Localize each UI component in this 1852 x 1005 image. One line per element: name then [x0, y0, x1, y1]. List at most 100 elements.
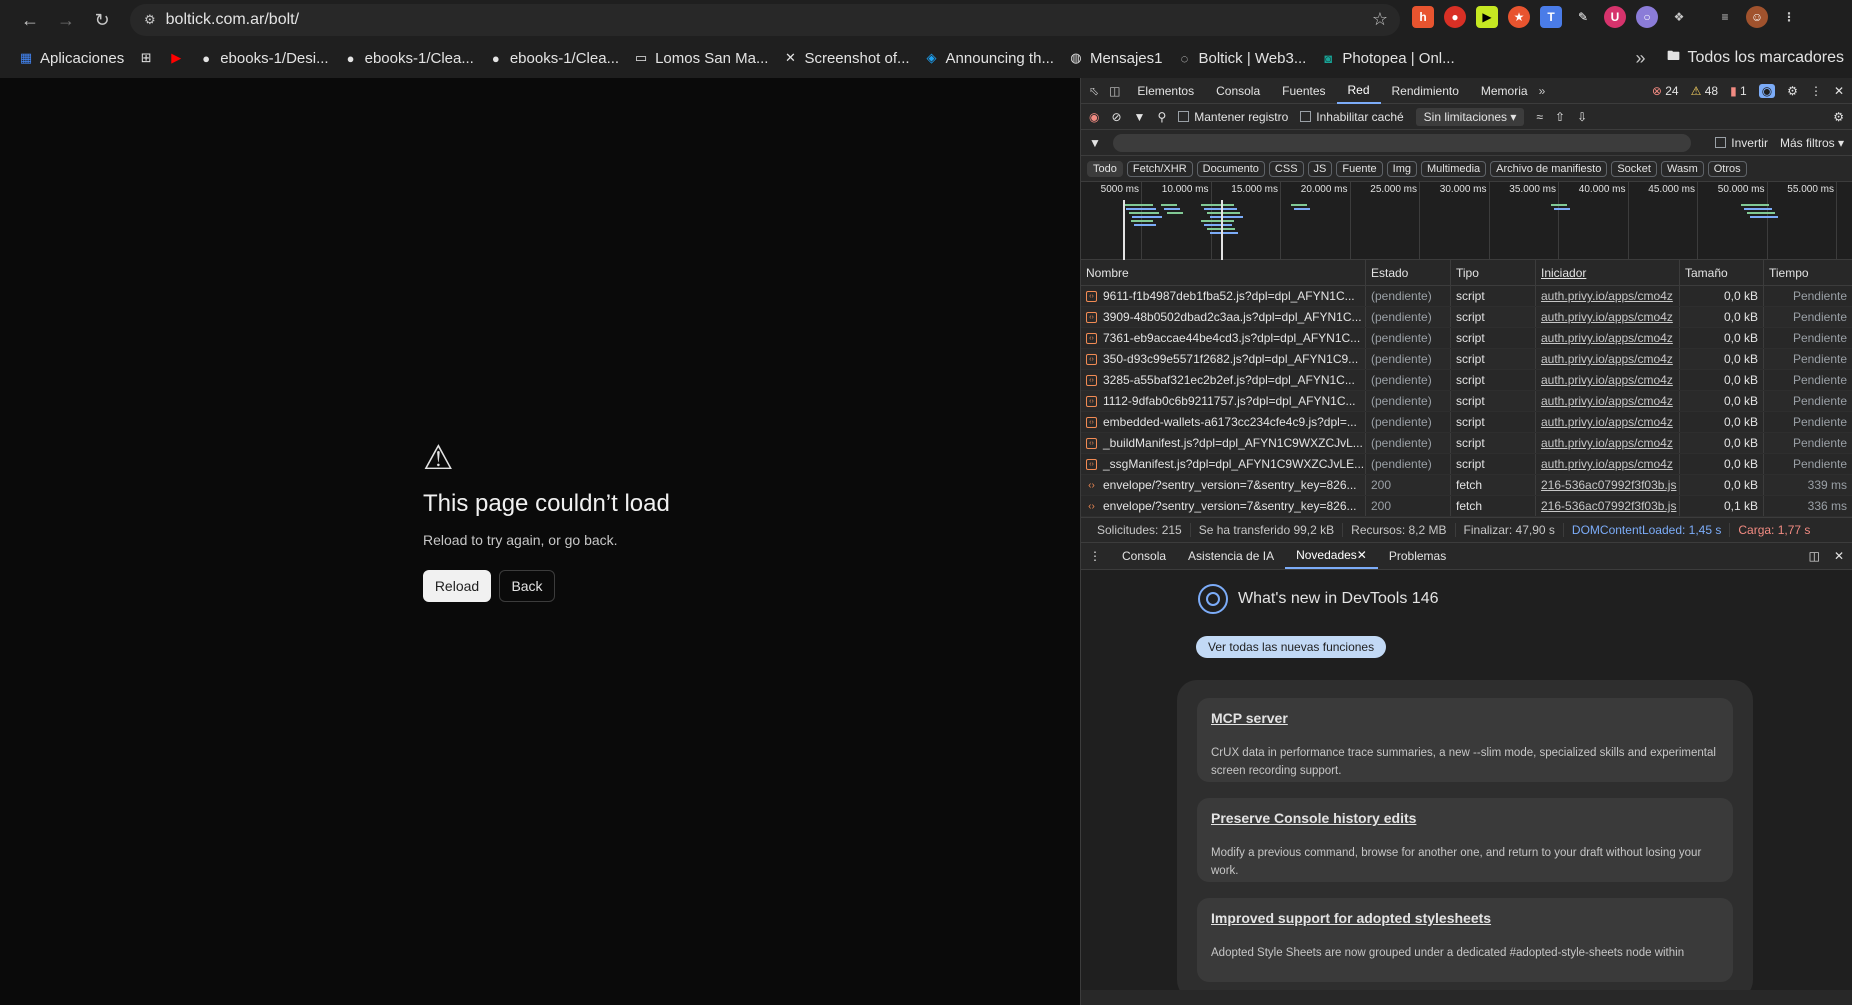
filter-chip[interactable]: Documento [1196, 160, 1265, 177]
cell-initiator[interactable]: auth.privy.io/apps/cmo4z [1536, 370, 1680, 390]
device-toggle-icon[interactable]: ◫ [1109, 84, 1120, 98]
translate-extension-icon[interactable]: T [1540, 6, 1562, 28]
warning-badge[interactable]: ⚠ 48 [1691, 84, 1718, 98]
filter-chip[interactable]: Fuente [1336, 160, 1383, 177]
download-icon[interactable]: ⇩ [1577, 110, 1587, 124]
column-header[interactable]: Iniciador [1536, 260, 1680, 285]
filter-chip[interactable]: Otros [1707, 160, 1747, 177]
tab-consola[interactable]: Consola [1205, 78, 1271, 104]
bookmark-item[interactable]: ▭ Lomos San Ma... [633, 50, 769, 67]
bookmark-item[interactable]: ▦ Aplicaciones [18, 50, 124, 67]
table-row[interactable]: ‹› 1112-9dfab0c6b9211757.js?dpl=dpl_AFYN1… [1081, 391, 1852, 412]
table-row[interactable]: ‹› _buildManifest.js?dpl=dpl_AFYN1C9WXZCJ… [1081, 433, 1852, 454]
filter-chip[interactable]: Archivo de manifiesto [1490, 160, 1608, 177]
bookmark-item[interactable]: ✕ Screenshot of... [782, 50, 910, 67]
cell-initiator[interactable]: 216-536ac07992f3f03b.js [1536, 496, 1680, 516]
see-all-features-button[interactable]: Ver todas las nuevas funciones [1196, 636, 1387, 658]
cell-initiator[interactable]: auth.privy.io/apps/cmo4z [1536, 307, 1680, 327]
bookmark-item[interactable]: ◙ Photopea | Onl... [1320, 50, 1454, 67]
filter-chip[interactable]: Wasm [1660, 160, 1704, 177]
profile-avatar[interactable]: ☺ [1746, 6, 1768, 28]
bookmark-item[interactable]: ◍ Mensajes1 [1068, 50, 1162, 67]
throttling-select[interactable]: Sin limitaciones ▾ [1415, 107, 1525, 126]
site-settings-icon[interactable]: ⚙ [144, 12, 156, 28]
table-row[interactable]: ‹› _ssgManifest.js?dpl=dpl_AFYN1C9WXZCJvL… [1081, 454, 1852, 475]
reload-icon[interactable]: ↻ [84, 2, 120, 38]
bookmark-item[interactable]: ▶ [168, 50, 184, 66]
cell-initiator[interactable]: auth.privy.io/apps/cmo4z [1536, 349, 1680, 369]
gamepad-extension-icon[interactable]: ○ [1636, 6, 1658, 28]
feature-title[interactable]: Improved support for adopted stylesheets [1211, 910, 1719, 926]
cell-initiator[interactable]: 216-536ac07992f3f03b.js [1536, 475, 1680, 495]
table-row[interactable]: ‹› 9611-f1b4987deb1fba52.js?dpl=dpl_AFYN1… [1081, 286, 1852, 307]
bookmarks-overflow-button[interactable]: » [1635, 48, 1645, 69]
filter-chip[interactable]: CSS [1268, 160, 1304, 177]
drawer-tab[interactable]: Problemas [1378, 543, 1457, 569]
cell-initiator[interactable]: auth.privy.io/apps/cmo4z [1536, 328, 1680, 348]
kebab-menu-icon[interactable]: ⋮ [1810, 84, 1822, 98]
invert-checkbox[interactable]: Invertir [1715, 136, 1768, 150]
filter-icon[interactable]: ▼ [1134, 110, 1146, 124]
cell-initiator[interactable]: auth.privy.io/apps/cmo4z [1536, 454, 1680, 474]
network-conditions-icon[interactable]: ≈ [1536, 110, 1543, 124]
network-overview-timeline[interactable]: 5000 ms 10.000 ms 15.000 ms 20.000 ms 25.000… [1081, 182, 1852, 260]
bookmark-item[interactable]: ⊞ [138, 50, 154, 66]
all-bookmarks-folder[interactable]: 🖿 Todos los marcadores [1665, 48, 1844, 67]
feature-title[interactable]: Preserve Console history edits [1211, 810, 1719, 826]
close-icon[interactable]: ✕ [1834, 84, 1844, 98]
table-row[interactable]: ‹› envelope/?sentry_version=7&sentry_key=… [1081, 475, 1852, 496]
table-row[interactable]: ‹› 3909-48b0502dbad2c3aa.js?dpl=dpl_AFYN1… [1081, 307, 1852, 328]
filter-chip[interactable]: Todo [1087, 160, 1123, 177]
filter-chip[interactable]: JS [1307, 160, 1333, 177]
extension-icon[interactable]: h [1412, 6, 1434, 28]
drawer-tab[interactable]: Consola [1111, 543, 1177, 569]
drawer-tab[interactable]: Novedades ✕ [1285, 543, 1378, 569]
tab-memoria[interactable]: Memoria [1470, 78, 1539, 104]
bookmark-item[interactable]: ● ebooks-1/Clea... [343, 50, 474, 67]
bookmark-item[interactable]: ◌ Boltick | Web3... [1177, 50, 1307, 67]
feature-title[interactable]: MCP server [1211, 710, 1719, 726]
filter-chip[interactable]: Multimedia [1420, 160, 1487, 177]
menu-dots-icon[interactable]: ⋮ [1778, 6, 1800, 28]
column-header[interactable]: Tipo [1451, 260, 1536, 285]
cell-initiator[interactable]: auth.privy.io/apps/cmo4z [1536, 433, 1680, 453]
settings-gear-icon[interactable]: ⚙ [1787, 84, 1798, 98]
more-filters-dropdown[interactable]: Más filtros ▾ [1780, 136, 1844, 150]
record-stop-icon[interactable]: ◉ [1089, 110, 1099, 124]
ai-assistant-icon[interactable]: ◉ [1758, 83, 1776, 98]
drawer-tab[interactable]: Asistencia de IA [1177, 543, 1285, 569]
cell-initiator[interactable]: auth.privy.io/apps/cmo4z [1536, 412, 1680, 432]
eyedropper-icon[interactable]: ✎ [1572, 6, 1594, 28]
reload-button[interactable]: Reload [423, 570, 491, 602]
back-arrow-icon[interactable]: ← [12, 2, 48, 38]
filter-chip[interactable]: Fetch/XHR [1126, 160, 1193, 177]
cell-initiator[interactable]: auth.privy.io/apps/cmo4z [1536, 286, 1680, 306]
bookmark-item[interactable]: ● ebooks-1/Desi... [198, 50, 328, 67]
issues-badge[interactable]: ▮ 1 [1730, 84, 1747, 98]
bookmark-star-icon[interactable]: ☆ [1372, 9, 1388, 30]
error-badge[interactable]: ⊗ 24 [1652, 84, 1679, 98]
extension-icon[interactable]: ★ [1508, 6, 1530, 28]
media-queue-icon[interactable]: ≡ [1714, 6, 1736, 28]
network-settings-icon[interactable]: ⚙ [1833, 110, 1844, 124]
preserve-log-checkbox[interactable]: Mantener registro [1178, 110, 1288, 124]
close-tab-icon[interactable]: ✕ [1357, 548, 1367, 562]
table-row[interactable]: ‹› envelope/?sentry_version=7&sentry_key=… [1081, 496, 1852, 517]
cell-initiator[interactable]: auth.privy.io/apps/cmo4z [1536, 391, 1680, 411]
extension-icon[interactable]: ▶ [1476, 6, 1498, 28]
forward-arrow-icon[interactable]: → [48, 2, 84, 38]
back-button[interactable]: Back [499, 570, 555, 602]
table-row[interactable]: ‹› 350-d93c99e5571f2682.js?dpl=dpl_AFYN1C… [1081, 349, 1852, 370]
shield-extension-icon[interactable]: U [1604, 6, 1626, 28]
url-text[interactable]: boltick.com.ar/bolt/ [166, 11, 299, 29]
more-tabs-icon[interactable]: » [1539, 84, 1546, 98]
address-bar[interactable]: ⚙ boltick.com.ar/bolt/ ☆ [130, 4, 1400, 36]
tab-fuentes[interactable]: Fuentes [1271, 78, 1336, 104]
tab-elementos[interactable]: Elementos [1126, 78, 1205, 104]
table-row[interactable]: ‹› 7361-eb9accae44be4cd3.js?dpl=dpl_AFYN1… [1081, 328, 1852, 349]
upload-icon[interactable]: ⇧ [1555, 110, 1565, 124]
column-header[interactable]: Nombre [1081, 260, 1366, 285]
bookmark-item[interactable]: ◈ Announcing th... [924, 50, 1054, 67]
search-icon[interactable]: ⚲ [1157, 110, 1166, 124]
extension-icon[interactable]: ● [1444, 6, 1466, 28]
